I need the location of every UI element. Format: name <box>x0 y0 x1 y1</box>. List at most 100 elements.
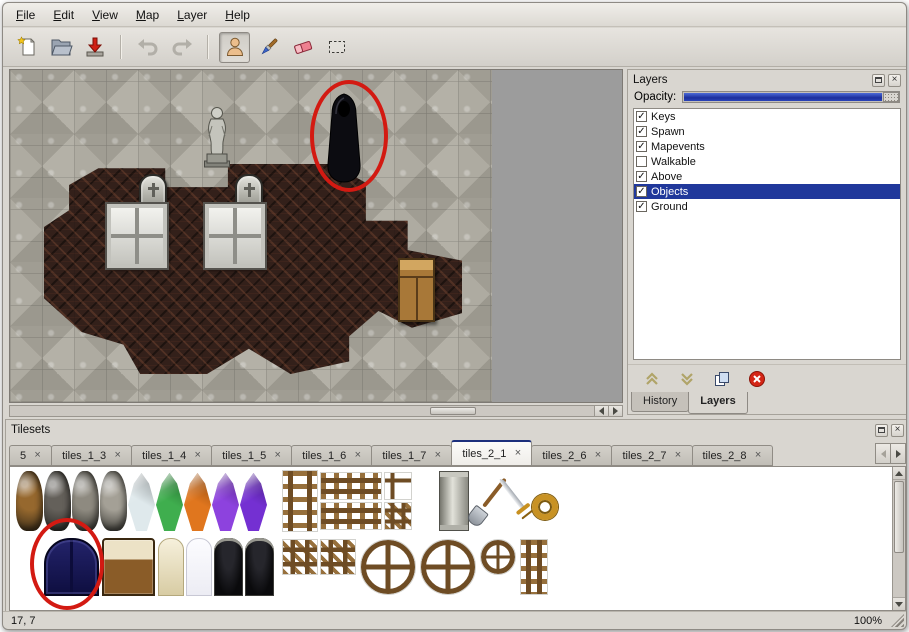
tileset-tab-tiles_1_6[interactable]: tiles_1_6× <box>291 445 372 466</box>
layer-visibility-checkbox[interactable] <box>636 156 647 167</box>
tile-pillar[interactable] <box>439 471 469 531</box>
menu-item-map[interactable]: Map <box>127 4 168 26</box>
close-panel-icon[interactable]: × <box>891 424 904 437</box>
scroll-up-button[interactable] <box>893 467 905 480</box>
tileset-tab-tiles_1_4[interactable]: tiles_1_4× <box>131 445 212 466</box>
tile-door-white[interactable] <box>186 538 212 596</box>
layer-visibility-checkbox[interactable]: ✓ <box>636 186 647 197</box>
tileset-tab-tiles_1_3[interactable]: tiles_1_3× <box>51 445 132 466</box>
tab-close-icon[interactable]: × <box>32 450 43 462</box>
resize-grip[interactable] <box>891 614 904 627</box>
tile-crystal[interactable] <box>212 473 239 531</box>
tab-close-icon[interactable]: × <box>272 450 283 462</box>
tile-ore[interactable] <box>16 471 43 531</box>
tileset-tab-tiles_1_5[interactable]: tiles_1_5× <box>211 445 292 466</box>
tile-crystal[interactable] <box>240 473 267 531</box>
tile-rope[interactable] <box>532 494 558 520</box>
tile-track-ring[interactable] <box>361 540 415 594</box>
panel-tab-layers[interactable]: Layers <box>688 392 747 414</box>
tile-door-navy[interactable] <box>44 538 99 596</box>
tile-track-ring[interactable] <box>481 540 515 574</box>
redo-button[interactable] <box>166 32 197 63</box>
layer-row-mapevents[interactable]: ✓Mapevents <box>634 139 900 154</box>
tile-door-pale[interactable] <box>158 538 184 596</box>
tile-track-ring[interactable] <box>421 540 475 594</box>
open-button[interactable] <box>45 32 76 63</box>
save-button[interactable] <box>79 32 110 63</box>
tab-close-icon[interactable]: × <box>753 450 764 462</box>
tile-track-v[interactable] <box>283 471 317 531</box>
layer-visibility-checkbox[interactable]: ✓ <box>636 126 647 137</box>
tab-close-icon[interactable]: × <box>432 450 443 462</box>
float-panel-icon[interactable] <box>872 74 885 87</box>
layer-row-ground[interactable]: ✓Ground <box>634 199 900 214</box>
duplicate-layer-button[interactable] <box>710 368 734 390</box>
tile-crystal[interactable] <box>128 473 155 531</box>
tileset-tab-tiles_2_1[interactable]: tiles_2_1× <box>451 440 532 466</box>
tile-track-h[interactable] <box>321 473 381 499</box>
scroll-left-button[interactable] <box>594 406 608 416</box>
tile-track-v[interactable] <box>521 540 547 594</box>
opacity-slider[interactable] <box>682 91 900 103</box>
menu-item-file[interactable]: File <box>7 4 44 26</box>
tileset-vertical-scrollbar[interactable] <box>892 467 905 610</box>
tile-arch-dark[interactable] <box>245 538 274 596</box>
rect-select-tool-button[interactable] <box>321 32 352 63</box>
layer-row-spawn[interactable]: ✓Spawn <box>634 124 900 139</box>
tab-close-icon[interactable]: × <box>112 450 123 462</box>
tabs-scroll-left-button[interactable] <box>875 443 891 464</box>
tileset-tab-tiles_1_7[interactable]: tiles_1_7× <box>371 445 452 466</box>
tab-close-icon[interactable]: × <box>673 450 684 462</box>
tile-crystal[interactable] <box>184 473 211 531</box>
tileset-tab-tiles_2_6[interactable]: tiles_2_6× <box>531 445 612 466</box>
layer-visibility-checkbox[interactable]: ✓ <box>636 141 647 152</box>
scrollbar-thumb[interactable] <box>894 481 904 553</box>
map-canvas[interactable] <box>9 69 623 403</box>
menu-item-help[interactable]: Help <box>216 4 259 26</box>
tile-track-h[interactable] <box>321 503 381 529</box>
menu-item-layer[interactable]: Layer <box>168 4 216 26</box>
layer-row-keys[interactable]: ✓Keys <box>634 109 900 124</box>
tile-ore[interactable] <box>72 471 99 531</box>
layer-row-above[interactable]: ✓Above <box>634 169 900 184</box>
layer-visibility-checkbox[interactable]: ✓ <box>636 201 647 212</box>
eraser-tool-button[interactable] <box>287 32 318 63</box>
tileset-tab-tiles_2_8[interactable]: tiles_2_8× <box>692 445 773 466</box>
scroll-down-button[interactable] <box>893 597 905 610</box>
layer-visibility-checkbox[interactable]: ✓ <box>636 171 647 182</box>
undo-button[interactable] <box>132 32 163 63</box>
close-panel-icon[interactable]: × <box>888 74 901 87</box>
scroll-right-button[interactable] <box>608 406 622 416</box>
menu-item-edit[interactable]: Edit <box>44 4 83 26</box>
move-layer-down-button[interactable] <box>675 368 699 390</box>
tab-close-icon[interactable]: × <box>592 450 603 462</box>
opacity-slider-handle[interactable] <box>883 92 899 102</box>
scrollbar-thumb[interactable] <box>430 407 476 415</box>
tileset-tab-5[interactable]: 5× <box>9 445 52 466</box>
delete-layer-button[interactable] <box>745 368 769 390</box>
float-panel-icon[interactable] <box>875 424 888 437</box>
menu-item-view[interactable]: View <box>83 4 127 26</box>
stamp-tool-button[interactable] <box>219 32 250 63</box>
tile-arch-dark[interactable] <box>214 538 243 596</box>
new-button[interactable] <box>11 32 42 63</box>
tile-track-cross[interactable] <box>283 540 317 574</box>
map-horizontal-scrollbar[interactable] <box>9 405 623 417</box>
tile-track-corner[interactable] <box>385 473 411 499</box>
tab-close-icon[interactable]: × <box>192 450 203 462</box>
tileset-tab-tiles_2_7[interactable]: tiles_2_7× <box>611 445 692 466</box>
tile-track-t[interactable] <box>321 540 355 574</box>
tile-door-brown[interactable] <box>102 538 155 596</box>
tileset-canvas[interactable] <box>9 466 906 611</box>
layer-row-objects[interactable]: ✓Objects <box>634 184 900 199</box>
tile-ore[interactable] <box>100 471 127 531</box>
tab-close-icon[interactable]: × <box>352 450 363 462</box>
panel-tab-history[interactable]: History <box>631 392 689 412</box>
tile-crystal[interactable] <box>156 473 183 531</box>
tabs-scroll-right-button[interactable] <box>890 443 906 464</box>
tile-ore[interactable] <box>44 471 71 531</box>
layer-visibility-checkbox[interactable]: ✓ <box>636 111 647 122</box>
layer-row-walkable[interactable]: Walkable <box>634 154 900 169</box>
move-layer-up-button[interactable] <box>640 368 664 390</box>
tile-track-cross[interactable] <box>385 503 411 529</box>
